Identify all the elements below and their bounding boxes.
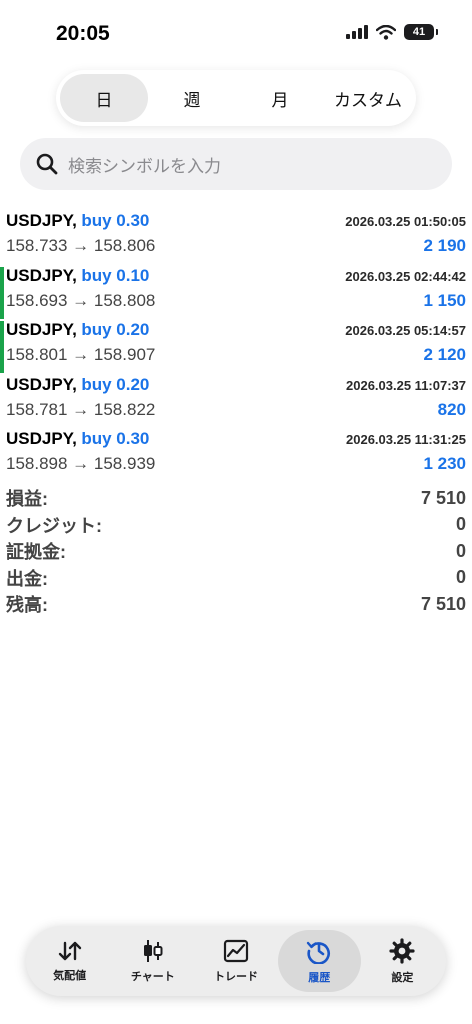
status-time: 20:05 [56, 22, 110, 45]
period-month-tab[interactable]: 月 [236, 74, 324, 122]
summary-value: 7 510 [420, 593, 466, 614]
deal-marker [0, 266, 4, 319]
summary-label: 証拠金: [6, 542, 66, 563]
bottom-tab-bar: 気配値 チャート トレード 履歴 設定 [26, 926, 446, 996]
summary-label: 残高: [6, 595, 48, 616]
deal-prices: 158.733 → 158.806 [6, 236, 156, 255]
battery-icon: 41 [404, 24, 438, 40]
account-summary: 損益: 7 510 クレジット: 0 証拠金: 0 出金: 0 残高: 7 51… [0, 485, 472, 618]
symbol-search-input[interactable]: 検索シンボルを入力 [20, 138, 452, 190]
deal-row[interactable]: USDJPY, buy 0.20 2026.03.25 11:07:37 158… [0, 372, 472, 427]
signal-icon [346, 25, 368, 39]
tab-trade[interactable]: トレード [194, 930, 277, 992]
tab-history[interactable]: 履歴 [277, 930, 361, 992]
deal-prices: 158.693 → 158.808 [6, 290, 156, 310]
battery-level: 41 [412, 26, 426, 38]
tab-quotes[interactable]: 気配値 [28, 930, 111, 992]
deal-side: buy 0.20 [81, 374, 150, 394]
deal-row[interactable]: USDJPY, buy 0.30 2026.03.25 01:50:05 158… [0, 208, 472, 263]
quotes-arrows-icon [58, 941, 81, 960]
tab-settings[interactable]: 設定 [361, 930, 444, 992]
deal-symbol: USDJPY, [6, 265, 77, 285]
deal-datetime: 2026.03.25 02:44:42 [345, 268, 466, 284]
deal-list: USDJPY, buy 0.30 2026.03.25 01:50:05 158… [0, 208, 472, 481]
period-day-tab[interactable]: 日 [60, 74, 148, 122]
deal-prices: 158.898 → 158.939 [6, 454, 156, 473]
search-placeholder: 検索シンボルを入力 [68, 156, 221, 176]
deal-row[interactable]: USDJPY, buy 0.20 2026.03.25 05:14:57 158… [0, 317, 472, 373]
deal-side: buy 0.30 [81, 211, 150, 230]
period-selector: 日 週 月 カスタム [56, 70, 416, 126]
summary-value: 0 [455, 514, 466, 535]
deal-datetime: 2026.03.25 05:14:57 [345, 323, 466, 338]
deal-datetime: 2026.03.25 11:31:25 [346, 432, 466, 447]
summary-withdrawal: 出金: 0 [0, 565, 472, 592]
deal-profit: 2 190 [423, 236, 466, 255]
summary-value: 7 510 [420, 487, 466, 508]
summary-profit: 損益: 7 510 [0, 485, 472, 512]
deal-marker [0, 321, 4, 373]
summary-deposit: 証拠金: 0 [0, 538, 472, 565]
tab-chart[interactable]: チャート [111, 930, 194, 992]
deal-row[interactable]: USDJPY, buy 0.30 2026.03.25 11:31:25 158… [0, 426, 472, 481]
deal-side: buy 0.10 [81, 265, 150, 285]
tab-label: 履歴 [308, 971, 331, 984]
deal-symbol: USDJPY, [6, 429, 77, 448]
period-custom-tab[interactable]: カスタム [324, 74, 412, 122]
wifi-icon [376, 24, 396, 40]
deal-row[interactable]: USDJPY, buy 0.10 2026.03.25 02:44:42 158… [0, 263, 472, 319]
deal-prices: 158.781 → 158.822 [6, 399, 156, 419]
deal-side: buy 0.30 [81, 429, 150, 448]
deal-prices: 158.801 → 158.907 [6, 345, 156, 364]
deal-profit: 820 [437, 399, 466, 419]
period-week-tab[interactable]: 週 [148, 74, 236, 122]
tab-label: トレード [214, 970, 258, 983]
deal-datetime: 2026.03.25 11:07:37 [346, 377, 466, 393]
deal-symbol: USDJPY, [6, 320, 77, 339]
summary-value: 0 [455, 540, 466, 561]
summary-label: クレジット: [6, 515, 102, 536]
summary-label: 出金: [6, 568, 48, 589]
tab-label: チャート [130, 970, 175, 983]
deal-profit: 1 230 [423, 454, 466, 473]
deal-symbol: USDJPY, [6, 374, 77, 394]
deal-profit: 2 120 [423, 345, 466, 364]
summary-credit: クレジット: 0 [0, 512, 472, 539]
tab-label: 設定 [391, 971, 414, 984]
deal-profit: 1 150 [423, 290, 466, 310]
gear-icon [389, 937, 416, 964]
trade-chart-icon [223, 939, 249, 962]
summary-balance: 残高: 7 510 [0, 591, 472, 618]
summary-label: 損益: [6, 489, 48, 510]
summary-value: 0 [455, 567, 466, 588]
status-bar: 20:05 41 [0, 0, 472, 62]
tab-label: 気配値 [53, 969, 87, 982]
deal-side: buy 0.20 [81, 320, 150, 339]
deal-datetime: 2026.03.25 01:50:05 [345, 214, 466, 229]
status-icons: 41 [346, 24, 438, 40]
search-icon [36, 153, 58, 175]
deal-symbol: USDJPY, [6, 211, 77, 230]
app-root: 20:05 41 日 週 月 カスタム 検索シンボルを入力 USDJPY, bu… [0, 0, 472, 1024]
history-clock-icon [307, 941, 331, 964]
candlestick-icon [143, 939, 163, 962]
